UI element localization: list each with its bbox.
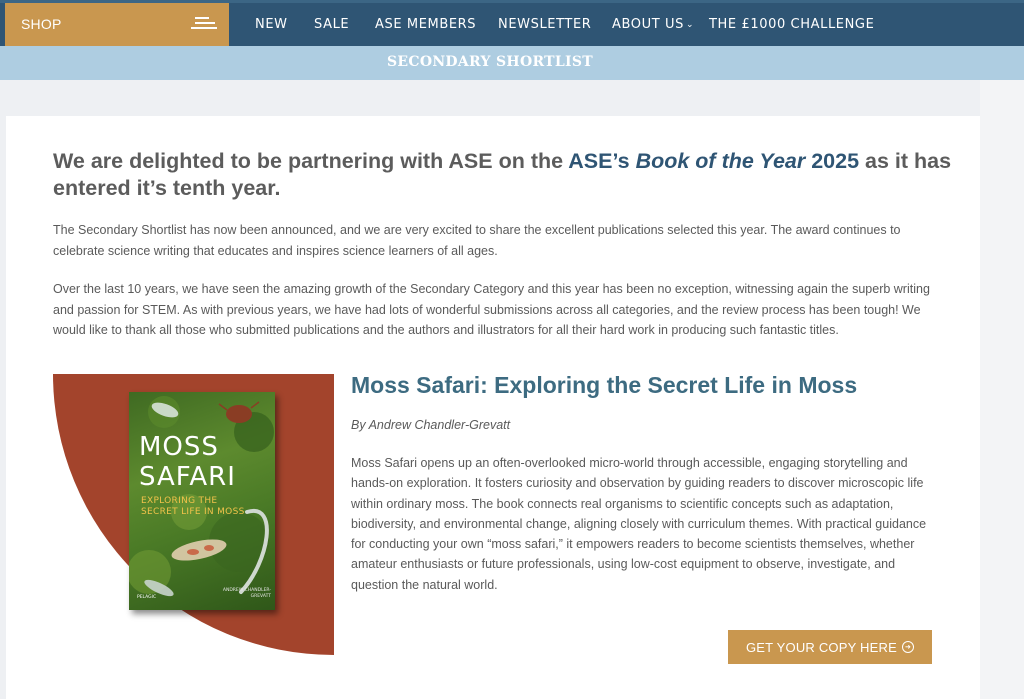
- book-title: Moss Safari: Exploring the Secret Life i…: [351, 372, 858, 398]
- nav-sale[interactable]: SALE: [314, 17, 349, 32]
- intro-paragraph-2: Over the last 10 years, we have seen the…: [53, 282, 930, 337]
- cover-title-line1: MOSS: [139, 432, 219, 462]
- shop-menu-button[interactable]: SHOP: [5, 3, 229, 46]
- heading-ase: ASE’s: [568, 149, 636, 173]
- book-description: Moss Safari opens up an often-overlooked…: [351, 456, 927, 592]
- intro-heading-text: We are delighted to be partnering with A…: [53, 149, 569, 173]
- cover-title-line2: SAFARI: [139, 462, 236, 492]
- nav-about-us[interactable]: ABOUT US ⌄: [612, 17, 694, 32]
- cta-label: GET YOUR COPY HERE: [746, 639, 897, 655]
- nav-ase-members[interactable]: ASE MEMBERS: [375, 17, 476, 32]
- section-banner: SECONDARY SHORTLIST: [0, 46, 1024, 80]
- content-card: We are delighted to be partnering with A…: [6, 116, 980, 699]
- book-cover[interactable]: MOSS SAFARI EXPLORING THE SECRET LIFE IN…: [129, 392, 275, 610]
- cover-subtitle: EXPLORING THE SECRET LIFE IN MOSS: [141, 496, 245, 517]
- nav-newsletter[interactable]: NEWSLETTER: [498, 17, 591, 32]
- get-your-copy-button[interactable]: GET YOUR COPY HERE ➜: [728, 630, 932, 664]
- hamburger-icon[interactable]: [191, 17, 217, 33]
- top-navigation: SHOP NEW SALE ASE MEMBERS NEWSLETTER ABO…: [0, 0, 1024, 46]
- cover-publisher-logo: PELAGIC: [137, 595, 157, 600]
- cover-title: MOSS SAFARI: [139, 432, 269, 492]
- nav-about-us-label: ABOUT US: [612, 17, 684, 32]
- book-author: By Andrew Chandler-Grevatt: [351, 418, 511, 432]
- arrow-circle-right-icon: ➜: [901, 641, 914, 653]
- shop-label: SHOP: [21, 16, 62, 32]
- page-gutter: [980, 80, 1024, 699]
- intro-heading-highlight: ASE’s Book of the Year 2025: [568, 149, 859, 173]
- nav-1000-challenge[interactable]: THE £1000 CHALLENGE: [709, 17, 874, 32]
- nav-new[interactable]: NEW: [255, 17, 288, 32]
- cover-author: ANDREW CHANDLER-GREVATT: [222, 588, 271, 599]
- banner-title: SECONDARY SHORTLIST: [387, 54, 593, 70]
- chevron-down-icon: ⌄: [685, 20, 695, 30]
- heading-book-of-year: Book of the Year: [635, 149, 806, 173]
- intro-heading: We are delighted to be partnering with A…: [53, 148, 953, 202]
- heading-year: 2025: [805, 149, 860, 173]
- intro-paragraph-1: The Secondary Shortlist has now been ann…: [53, 223, 901, 258]
